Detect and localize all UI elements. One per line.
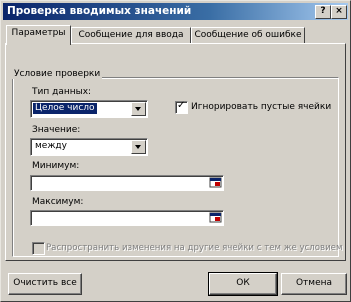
max-label: Максимум: xyxy=(32,197,84,207)
data-type-select[interactable]: Целое число xyxy=(30,100,148,118)
value-select-value: между xyxy=(35,141,67,151)
ok-button[interactable]: ОК xyxy=(208,272,278,296)
tab-input-message-label: Сообщение для ввода xyxy=(78,30,184,40)
min-label: Минимум: xyxy=(32,161,80,171)
window-title: Проверка вводимых значений xyxy=(7,5,192,17)
title-bar[interactable]: Проверка вводимых значений ? × xyxy=(3,3,348,20)
cancel-button[interactable]: Отмена xyxy=(281,273,347,295)
close-button[interactable]: × xyxy=(331,5,347,19)
help-button[interactable]: ? xyxy=(315,5,331,19)
group-legend: Условие проверки xyxy=(12,69,103,79)
chevron-down-icon[interactable] xyxy=(131,102,146,116)
min-input[interactable] xyxy=(30,175,224,191)
propagate-checkbox[interactable] xyxy=(32,242,45,255)
propagate-label: Распространить изменения на другие ячейк… xyxy=(46,243,343,253)
tab-parameters[interactable]: Параметры xyxy=(6,25,71,45)
value-select[interactable]: между xyxy=(30,138,148,156)
range-select-icon[interactable] xyxy=(209,177,222,188)
tab-error-alert[interactable]: Сообщение об ошибке xyxy=(191,27,305,44)
data-type-label: Тип данных: xyxy=(32,87,92,97)
data-type-value: Целое число xyxy=(32,102,98,115)
chevron-down-icon[interactable] xyxy=(131,140,146,154)
validation-dialog: Проверка вводимых значений ? × Параметры… xyxy=(0,0,351,302)
ignore-blank-checkbox[interactable]: ✓ xyxy=(175,100,188,114)
parameters-panel: Условие проверки Тип данных: Целое число… xyxy=(5,43,346,261)
tab-input-message[interactable]: Сообщение для ввода xyxy=(71,27,191,44)
range-select-icon[interactable] xyxy=(209,212,222,223)
max-input[interactable] xyxy=(30,210,224,226)
tab-parameters-label: Параметры xyxy=(11,28,66,38)
clear-all-button[interactable]: Очистить все xyxy=(8,273,82,295)
tab-error-alert-label: Сообщение об ошибке xyxy=(194,30,302,40)
ignore-blank-label: Игнорировать пустые ячейки xyxy=(191,102,332,112)
value-label: Значение: xyxy=(32,125,81,135)
checkmark-icon: ✓ xyxy=(177,100,186,111)
